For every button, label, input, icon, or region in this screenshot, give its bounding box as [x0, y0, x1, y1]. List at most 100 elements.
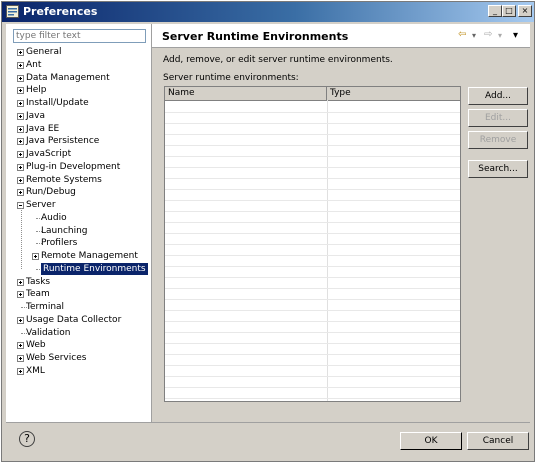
runtime-table[interactable]: Name Type [164, 86, 461, 402]
view-menu-icon[interactable]: ▾ [513, 30, 518, 41]
tree-item-label: General [26, 47, 62, 57]
table-row-line [165, 277, 460, 278]
table-row-line [165, 112, 460, 113]
tree-item[interactable]: Web [6, 339, 152, 351]
expand-icon[interactable] [17, 49, 24, 56]
tree-item-label: Audio [41, 212, 67, 223]
maximize-button[interactable]: □ [502, 5, 516, 17]
tree-item[interactable]: Java [6, 110, 152, 122]
expand-icon[interactable] [17, 112, 24, 120]
table-row-line [165, 233, 460, 234]
expand-icon[interactable] [17, 74, 24, 82]
table-row-line [165, 156, 460, 157]
tree-item[interactable]: Usage Data Collector [6, 314, 152, 326]
forward-menu-icon[interactable]: ▾ [498, 31, 502, 40]
expand-icon[interactable] [17, 278, 24, 286]
tree-item-label: Java EE [26, 123, 60, 134]
preferences-window: Preferences _ □ × General Ant Data Managem… [1, 1, 535, 462]
table-row-line [165, 376, 460, 377]
tree-item[interactable]: Team [6, 288, 152, 300]
dialog-footer: ? OK Cancel [6, 422, 530, 459]
table-row-line [165, 167, 460, 168]
tree-item[interactable]: Run/Debug [6, 186, 152, 198]
expand-icon[interactable] [17, 176, 24, 184]
tree-item[interactable]: Audio [6, 212, 152, 224]
tree-item[interactable]: Plug-in Development [6, 161, 152, 173]
minimize-button[interactable]: _ [488, 5, 502, 17]
tree-item[interactable]: JavaScript [6, 148, 152, 160]
search-button[interactable]: Search... [468, 160, 528, 178]
tree-item[interactable]: Tasks [6, 276, 152, 288]
column-header-name[interactable]: Name [165, 87, 327, 100]
close-button[interactable]: × [518, 5, 532, 17]
tree-item[interactable]: General [6, 46, 152, 58]
tree-item[interactable]: Profilers [6, 237, 152, 249]
tree-item[interactable]: Web Services [6, 352, 152, 364]
expand-icon[interactable] [17, 342, 24, 350]
filter-input[interactable] [13, 29, 146, 43]
title-bar[interactable]: Preferences _ □ × [2, 2, 534, 22]
table-row-line [165, 134, 460, 135]
table-row-line [165, 244, 460, 245]
table-row-line [165, 222, 460, 223]
tree-item-label: Terminal [26, 302, 65, 312]
table-row-line [165, 200, 460, 201]
tree-item[interactable]: Remote Management [6, 250, 152, 262]
tree-item[interactable]: Launching [6, 225, 152, 237]
expand-icon[interactable] [17, 61, 24, 69]
tree-item[interactable]: Terminal [6, 301, 152, 313]
table-row-line [165, 321, 460, 322]
tree-item-label: Install/Update [26, 98, 89, 108]
tree-item[interactable]: Java Persistence [6, 135, 152, 147]
add-button[interactable]: Add... [468, 87, 528, 105]
expand-icon[interactable] [17, 291, 24, 299]
remove-button[interactable]: Remove [468, 131, 528, 149]
tree-item[interactable]: XML [6, 365, 152, 377]
tree-item-label: JavaScript [26, 149, 72, 159]
tree-item[interactable]: Help [6, 84, 152, 96]
tree-item[interactable]: Runtime Environments [6, 262, 152, 275]
tree-item-label: Web Services [26, 353, 87, 363]
window-title: Preferences [23, 5, 98, 18]
expand-icon[interactable] [17, 125, 24, 133]
tree-item-label: Java Persistence [26, 136, 100, 147]
expand-icon[interactable] [17, 87, 24, 95]
page-title: Server Runtime Environments [162, 30, 349, 43]
table-row-line [165, 189, 460, 190]
page-header: Server Runtime Environments ⇦ ▾ ⇨ ▾ ▾ [152, 24, 530, 48]
table-row-line [165, 145, 460, 146]
expand-icon[interactable] [17, 355, 24, 362]
expand-icon[interactable] [17, 189, 24, 197]
table-row-line [165, 398, 460, 399]
column-header-type[interactable]: Type [327, 87, 460, 100]
expand-icon[interactable] [32, 253, 39, 260]
table-row-line [165, 255, 460, 256]
back-arrow-icon[interactable]: ⇦ [458, 29, 466, 40]
tree-item[interactable]: Data Management [6, 72, 152, 84]
expand-icon[interactable] [17, 100, 24, 107]
tree-item[interactable]: Server [6, 199, 152, 211]
table-row-line [165, 332, 460, 333]
expand-icon[interactable] [17, 138, 24, 146]
close-icon: × [521, 6, 529, 15]
ok-button[interactable]: OK [400, 432, 462, 450]
tree-item[interactable]: Ant [6, 59, 152, 71]
expand-icon[interactable] [17, 316, 24, 324]
tree-item-label: Remote Management [41, 251, 138, 261]
tree-item[interactable]: Remote Systems [6, 174, 152, 186]
back-menu-icon[interactable]: ▾ [472, 31, 476, 40]
expand-icon[interactable] [17, 151, 24, 158]
expand-icon[interactable] [17, 367, 24, 375]
tree-item-label: Team [26, 289, 50, 300]
tree-item[interactable]: Validation [6, 327, 152, 339]
forward-arrow-icon[interactable]: ⇨ [484, 29, 492, 40]
tree-item-label: Usage Data Collector [26, 314, 122, 325]
preference-page: Server Runtime Environments ⇦ ▾ ⇨ ▾ ▾ Ad… [152, 24, 530, 422]
expand-icon[interactable] [17, 163, 24, 171]
cancel-button[interactable]: Cancel [467, 432, 529, 450]
tree-item-label: Help [26, 85, 47, 96]
tree-item[interactable]: Install/Update [6, 97, 152, 109]
help-icon[interactable]: ? [19, 431, 35, 447]
tree-item[interactable]: Java EE [6, 123, 152, 135]
edit-button[interactable]: Edit... [468, 109, 528, 127]
